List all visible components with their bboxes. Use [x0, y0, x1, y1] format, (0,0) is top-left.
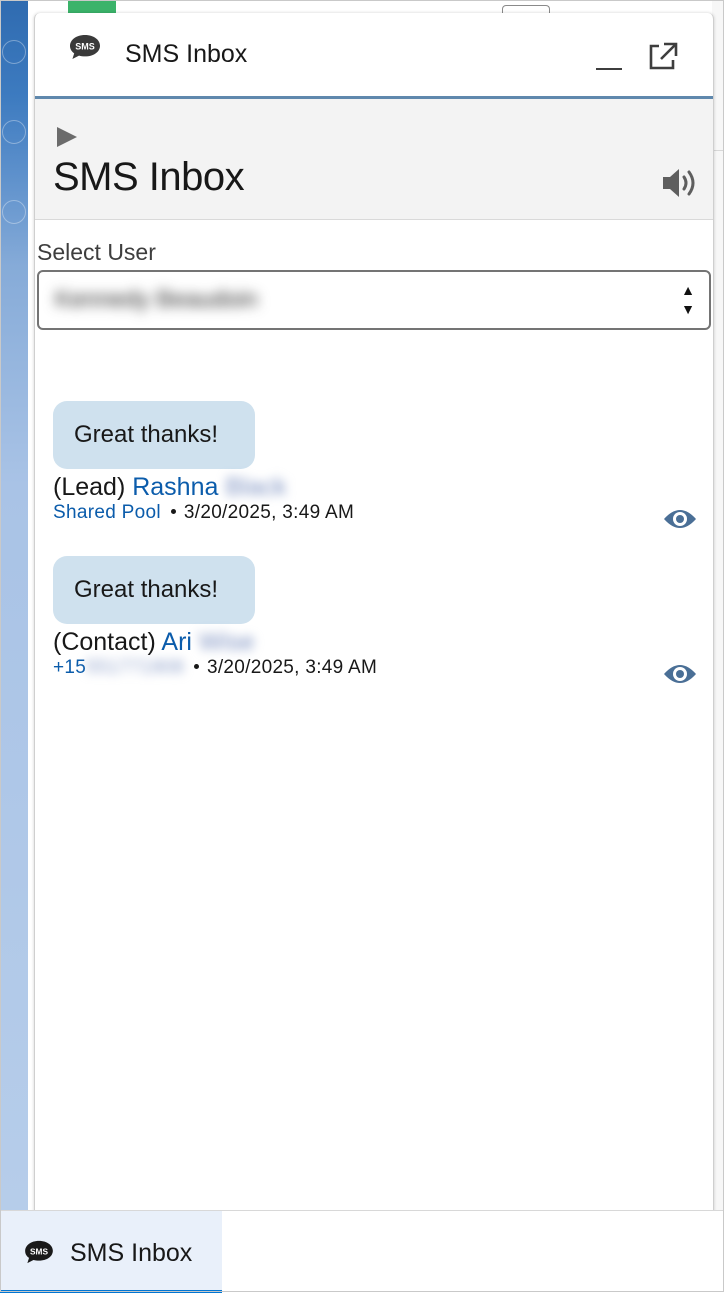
separator-dot [170, 508, 176, 514]
phone-prefix: +15 [53, 657, 87, 678]
utility-bar: SMS SMS Inbox [0, 1210, 724, 1293]
record-type: (Contact) [53, 628, 156, 656]
phone-number-link[interactable]: +15551771908 [53, 657, 184, 678]
message-text: Great thanks! [74, 421, 219, 448]
sms-chat-icon: SMS [69, 34, 101, 60]
background-pattern [2, 40, 26, 64]
svg-text:SMS: SMS [75, 42, 95, 52]
inbox-title: SMS Inbox [53, 155, 245, 199]
inbox-subheader: SMS Inbox [35, 99, 713, 220]
select-user-dropdown[interactable]: Kennedy Beaudoin ▲ ▼ [37, 270, 711, 330]
message-bubble: Great thanks! [53, 556, 255, 624]
utility-tab-sms-inbox[interactable]: SMS SMS Inbox [0, 1211, 222, 1293]
popout-button[interactable] [645, 39, 681, 73]
message-timestamp: 3/20/2025, 3:49 AM [183, 502, 355, 523]
separator-dot [193, 663, 199, 669]
redacted-last-name: Wise [198, 628, 255, 656]
background-app-icon [68, 0, 116, 13]
view-message-button[interactable] [662, 661, 698, 687]
message-text: Great thanks! [74, 576, 219, 603]
selected-user-value: Kennedy Beaudoin [55, 286, 258, 313]
panel-header: SMS SMS Inbox [35, 13, 713, 99]
play-icon [57, 127, 77, 147]
minimize-button[interactable] [588, 49, 628, 79]
play-button[interactable] [55, 125, 79, 149]
sms-inbox-panel: SMS SMS Inbox SMS Inbox Select User Kenn… [34, 13, 714, 1213]
sender-name-link[interactable]: Ari [161, 628, 192, 656]
svg-text:SMS: SMS [30, 1246, 48, 1256]
record-type: (Lead) [53, 473, 126, 501]
redacted-last-name: Black [225, 473, 287, 501]
background-pattern [2, 200, 26, 224]
sms-chat-icon: SMS [24, 1240, 54, 1264]
popout-icon [649, 42, 678, 70]
select-user-label: Select User [37, 239, 156, 265]
redacted-phone-digits: 551771908 [86, 657, 184, 678]
eye-icon [664, 510, 696, 528]
message-timestamp: 3/20/2025, 3:49 AM [206, 657, 378, 678]
background-pattern [2, 120, 26, 144]
eye-icon [664, 665, 696, 683]
dropdown-arrows: ▲ ▼ [681, 281, 695, 319]
message-source-link[interactable]: Shared Pool [53, 502, 161, 523]
message-meta: +15551771908 3/20/2025, 3:49 AM [53, 657, 377, 679]
background-strip [0, 0, 28, 1210]
panel-title: SMS Inbox [125, 40, 248, 68]
utility-tab-label: SMS Inbox [70, 1239, 193, 1267]
message-sender: (Lead) Rashna Black [53, 473, 286, 502]
sender-name-link[interactable]: Rashna [132, 473, 218, 501]
message-sender: (Contact) Ari Wise [53, 628, 254, 657]
message-meta: Shared Pool 3/20/2025, 3:49 AM [53, 502, 354, 524]
arrow-down-icon: ▼ [681, 301, 695, 317]
speaker-icon [663, 169, 695, 197]
sound-toggle-button[interactable] [659, 163, 699, 203]
message-bubble: Great thanks! [53, 401, 255, 469]
arrow-up-icon: ▲ [681, 282, 695, 298]
view-message-button[interactable] [662, 506, 698, 532]
minimize-icon [596, 68, 622, 70]
